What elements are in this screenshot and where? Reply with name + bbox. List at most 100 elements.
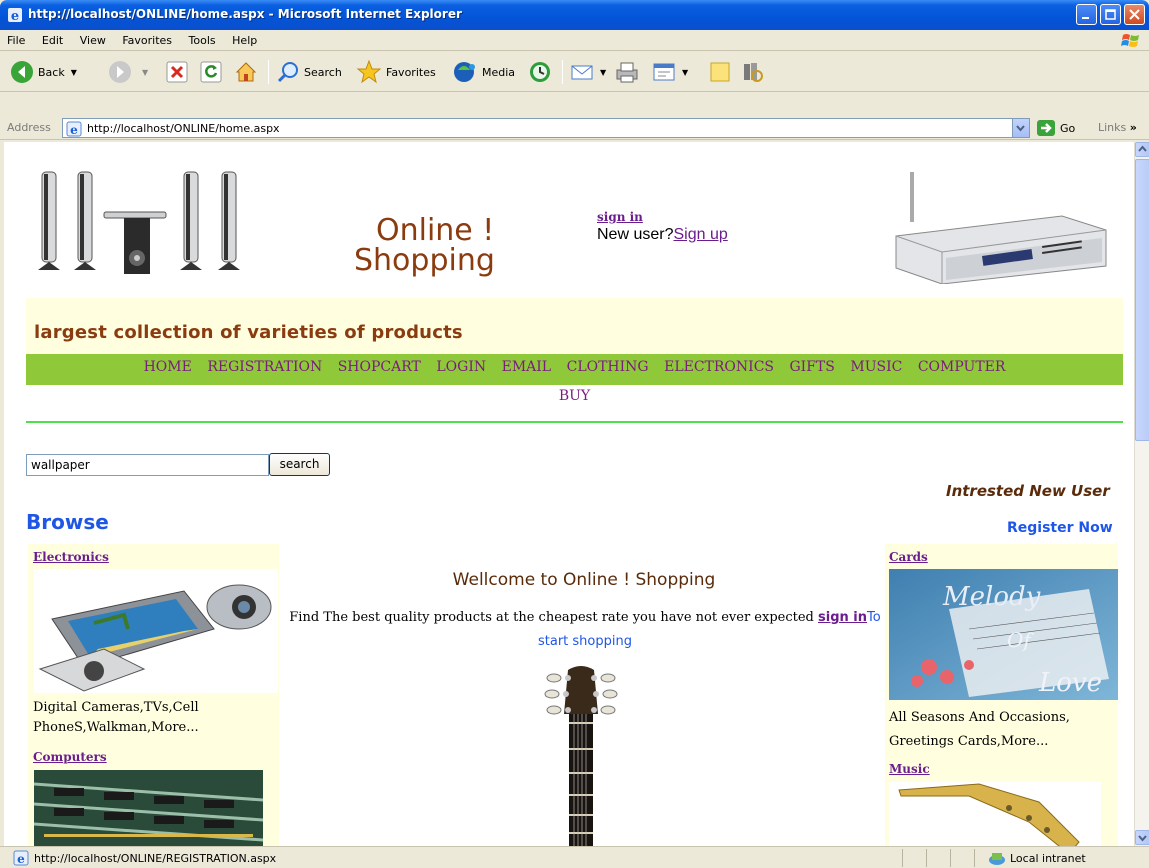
scroll-thumb[interactable] [1135, 159, 1149, 441]
go-arrow-icon [1037, 120, 1055, 136]
nav-clothing[interactable]: CLOTHING [567, 359, 649, 375]
favorites-button[interactable]: Favorites [356, 58, 436, 86]
edit-dropdown-icon[interactable]: ▼ [682, 68, 688, 77]
links-toolbar[interactable]: Links » [1098, 121, 1137, 134]
cards-desc-line2: Greetings Cards,More... [889, 734, 1049, 749]
maximize-button[interactable] [1100, 4, 1121, 25]
chevron-down-icon [1016, 125, 1025, 132]
back-label: Back [38, 65, 65, 79]
nav-buy[interactable]: BUY [559, 388, 590, 404]
signin-link[interactable]: sign in [597, 210, 728, 224]
minimize-button[interactable] [1076, 4, 1097, 25]
new-user-label: New user? [597, 226, 674, 243]
page-icon: e [66, 121, 82, 137]
toolbar-separator [562, 60, 563, 84]
category-computers-link[interactable]: Computers [33, 750, 107, 764]
back-arrow-icon [11, 61, 33, 83]
mail-dropdown-icon[interactable]: ▼ [600, 68, 606, 77]
home-button[interactable] [234, 58, 258, 86]
svg-text:e: e [17, 852, 25, 866]
edit-button[interactable]: ▼ [652, 58, 688, 86]
nav-login[interactable]: LOGIN [436, 359, 486, 375]
go-button[interactable]: Go [1036, 119, 1075, 137]
category-electronics-link[interactable]: Electronics [33, 550, 109, 564]
status-cell [902, 849, 926, 867]
menu-favorites[interactable]: Favorites [115, 30, 178, 47]
address-url: http://localhost/ONLINE/home.aspx [87, 122, 280, 135]
register-now-link[interactable]: Register Now [1007, 520, 1113, 536]
menu-view[interactable]: View [73, 30, 112, 47]
nav-computer[interactable]: COMPUTER [918, 359, 1006, 375]
category-music-link[interactable]: Music [889, 762, 930, 776]
signin-block: sign in New user?Sign up [597, 210, 728, 244]
research-icon [744, 63, 763, 82]
print-button[interactable] [614, 58, 640, 86]
status-cell [974, 849, 975, 867]
forward-dropdown-icon[interactable]: ▼ [142, 68, 148, 77]
windows-flag-icon [1121, 34, 1139, 47]
electronics-image[interactable] [34, 569, 278, 693]
back-dropdown-icon[interactable]: ▼ [71, 68, 77, 77]
mail-button[interactable]: ▼ [570, 58, 606, 86]
chevron-up-icon [1138, 145, 1147, 152]
forward-button[interactable]: ▼ [108, 58, 148, 86]
ie-logo-icon: e [8, 8, 22, 23]
favorites-star-icon [356, 59, 382, 84]
status-bar: e http://localhost/ONLINE/REGISTRATION.a… [0, 846, 1149, 868]
guitar-image [544, 666, 618, 846]
history-button[interactable] [528, 58, 552, 86]
nav-home[interactable]: HOME [144, 359, 192, 375]
menu-bar: File Edit View Favorites Tools Help [0, 30, 1149, 51]
discuss-button[interactable] [708, 58, 732, 86]
address-input[interactable]: e http://localhost/ONLINE/home.aspx [62, 118, 1030, 138]
messenger-button[interactable] [740, 58, 764, 86]
menu-edit[interactable]: Edit [35, 30, 69, 47]
close-button[interactable] [1124, 4, 1145, 25]
electronics-desc-line2: PhoneS,Walkman,More... [33, 720, 199, 735]
toolbar-separator [268, 60, 269, 84]
interested-new-user-heading: Intrested New User [946, 482, 1110, 500]
browse-right-column: Cards Melody Of Love All Seasons And Occ… [885, 544, 1118, 846]
welcome-signin-link[interactable]: sign in [818, 610, 867, 625]
media-button[interactable]: Media [452, 58, 515, 86]
card-script-love: Love [1038, 668, 1102, 698]
stop-button[interactable] [166, 58, 188, 86]
cards-image[interactable]: Melody Of Love [889, 569, 1118, 700]
scroll-up-button[interactable] [1135, 142, 1149, 157]
media-label: Media [482, 65, 516, 79]
minimize-icon [1082, 17, 1089, 19]
nav-electronics[interactable]: ELECTRONICS [664, 359, 774, 375]
back-button[interactable]: Back ▼ [10, 58, 77, 86]
edit-document-icon [653, 63, 675, 81]
search-input[interactable] [26, 454, 269, 476]
nav-gifts[interactable]: GIFTS [790, 359, 835, 375]
nav-music[interactable]: MUSIC [850, 359, 902, 375]
nav-email[interactable]: EMAIL [502, 359, 552, 375]
electronics-desc-line1: Digital Cameras,TVs,Cell [33, 700, 199, 715]
status-cell [950, 849, 974, 867]
welcome-heading: Wellcome to Online ! Shopping [452, 570, 716, 590]
nav-shopcart[interactable]: SHOPCART [338, 359, 421, 375]
nav-registration[interactable]: REGISTRATION [207, 359, 322, 375]
address-dropdown-button[interactable] [1012, 119, 1029, 137]
music-image[interactable] [889, 782, 1101, 846]
search-button[interactable]: search [269, 453, 330, 476]
history-icon [530, 62, 550, 82]
menu-tools[interactable]: Tools [182, 30, 222, 47]
signup-link[interactable]: Sign up [673, 226, 727, 243]
electronics-desc: Digital Cameras,TVs,Cell PhoneS,Walkman,… [33, 698, 199, 738]
search-toolbar-button[interactable]: Search [276, 58, 342, 86]
browse-heading: Browse [26, 510, 109, 534]
mail-icon [571, 65, 593, 80]
tagline-band: largest collection of varieties of produ… [26, 298, 1123, 354]
scroll-down-button[interactable] [1135, 830, 1149, 845]
go-label: Go [1060, 121, 1076, 135]
menu-file[interactable]: File [0, 30, 31, 47]
computers-image[interactable] [34, 770, 263, 846]
refresh-button[interactable] [200, 58, 222, 86]
vertical-scrollbar[interactable] [1134, 142, 1149, 846]
status-text: http://localhost/ONLINE/REGISTRATION.asp… [34, 852, 277, 865]
menu-help[interactable]: Help [225, 30, 263, 47]
category-cards-link[interactable]: Cards [889, 550, 928, 564]
router-image [895, 172, 1107, 284]
